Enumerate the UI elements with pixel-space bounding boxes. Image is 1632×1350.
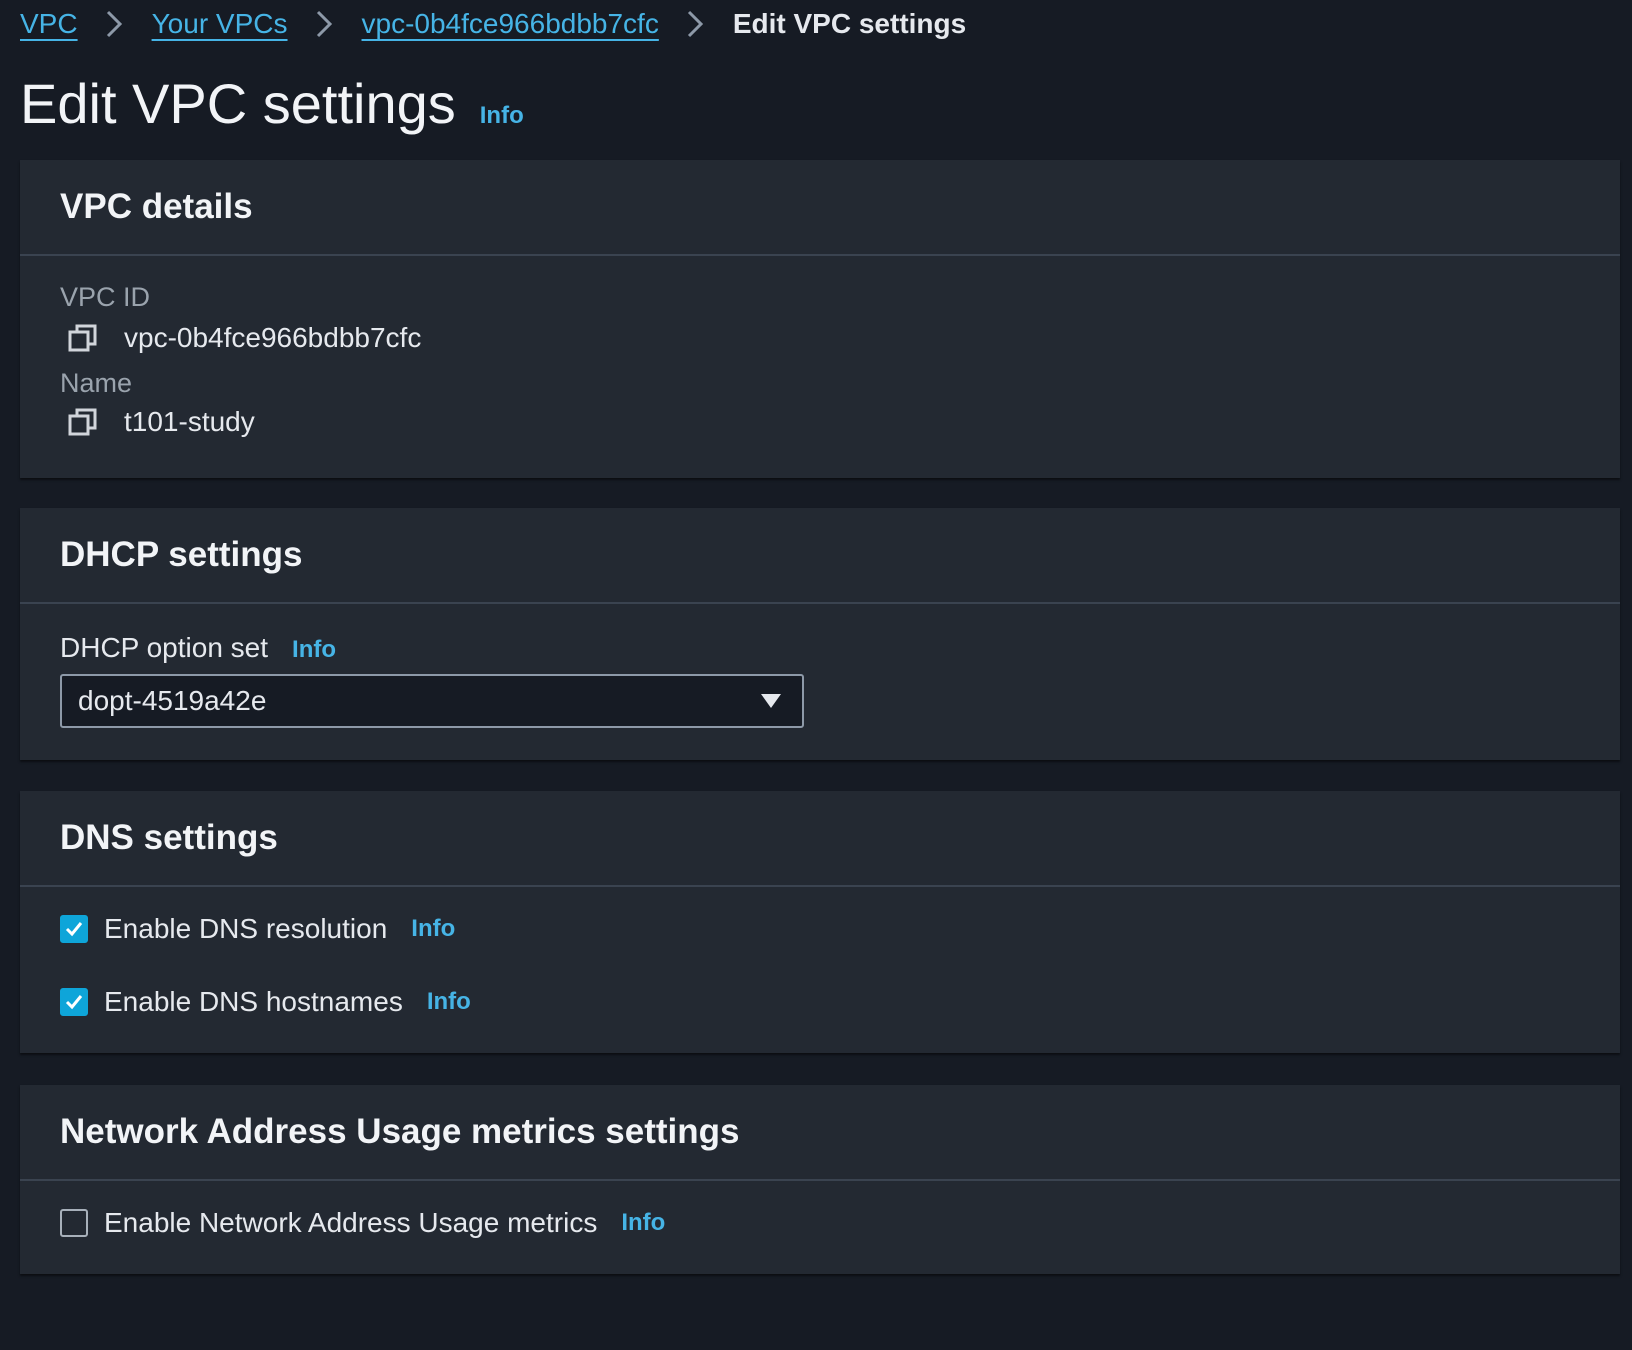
nau-settings-panel: Network Address Usage metrics settings E… [20,1085,1620,1274]
breadcrumb: VPC Your VPCs vpc-0b4fce966bdbb7cfc Edit… [20,4,966,44]
dns-resolution-row: Enable DNS resolution Info [60,913,455,945]
dhcp-settings-title: DHCP settings [60,535,303,574]
page-header: Edit VPC settings Info [20,72,524,136]
dns-hostnames-row: Enable DNS hostnames Info [60,986,471,1018]
dns-resolution-label: Enable DNS resolution [104,913,388,944]
page-title: Edit VPC settings [20,72,456,135]
chevron-right-icon [683,9,709,39]
page-info-link[interactable]: Info [480,102,524,130]
dhcp-option-set-label-row: DHCP option set Info [60,632,336,664]
nau-info-link[interactable]: Info [621,1209,665,1237]
dns-hostnames-label: Enable DNS hostnames [104,986,403,1017]
dhcp-settings-panel: DHCP settings DHCP option set Info dopt-… [20,508,1620,760]
name-row: t101-study [68,406,255,438]
dns-settings-header: DNS settings [20,791,1620,887]
vpc-details-title: VPC details [60,187,253,226]
breadcrumb-current: Edit VPC settings [732,8,967,39]
vpc-id-label: VPC ID [60,282,151,312]
dhcp-info-link[interactable]: Info [292,636,336,664]
nau-settings-header: Network Address Usage metrics settings [20,1085,1620,1181]
nau-settings-title: Network Address Usage metrics settings [60,1112,740,1151]
copy-icon[interactable] [68,407,98,437]
dns-settings-panel: DNS settings Enable DNS resolution Info … [20,791,1620,1053]
nau-enable-checkbox[interactable] [60,1209,88,1237]
caret-down-icon [760,692,782,710]
breadcrumb-vpc-link[interactable]: VPC [20,8,78,40]
chevron-right-icon [102,9,128,39]
breadcrumb-your-vpcs-link[interactable]: Your VPCs [152,8,288,40]
copy-icon[interactable] [68,323,98,353]
dhcp-option-set-value: dopt-4519a42e [78,685,267,716]
dhcp-option-set-select[interactable]: dopt-4519a42e [60,674,804,728]
name-value: t101-study [124,406,255,437]
nau-enable-label: Enable Network Address Usage metrics [104,1207,598,1238]
chevron-right-icon [312,9,338,39]
dhcp-settings-header: DHCP settings [20,508,1620,604]
breadcrumb-vpc-id-link[interactable]: vpc-0b4fce966bdbb7cfc [362,8,659,40]
dns-hostnames-checkbox[interactable] [60,988,88,1016]
vpc-details-header: VPC details [20,160,1620,256]
nau-enable-row: Enable Network Address Usage metrics Inf… [60,1207,665,1239]
dhcp-option-set-label: DHCP option set [60,632,269,663]
dns-settings-title: DNS settings [60,818,278,857]
vpc-id-row: vpc-0b4fce966bdbb7cfc [68,322,421,354]
dns-resolution-checkbox[interactable] [60,915,88,943]
dns-resolution-info-link[interactable]: Info [411,915,455,943]
dns-hostnames-info-link[interactable]: Info [427,988,471,1016]
name-label: Name [60,368,133,398]
vpc-details-panel: VPC details VPC ID vpc-0b4fce966bdbb7cfc… [20,160,1620,478]
vpc-id-value: vpc-0b4fce966bdbb7cfc [124,322,422,353]
